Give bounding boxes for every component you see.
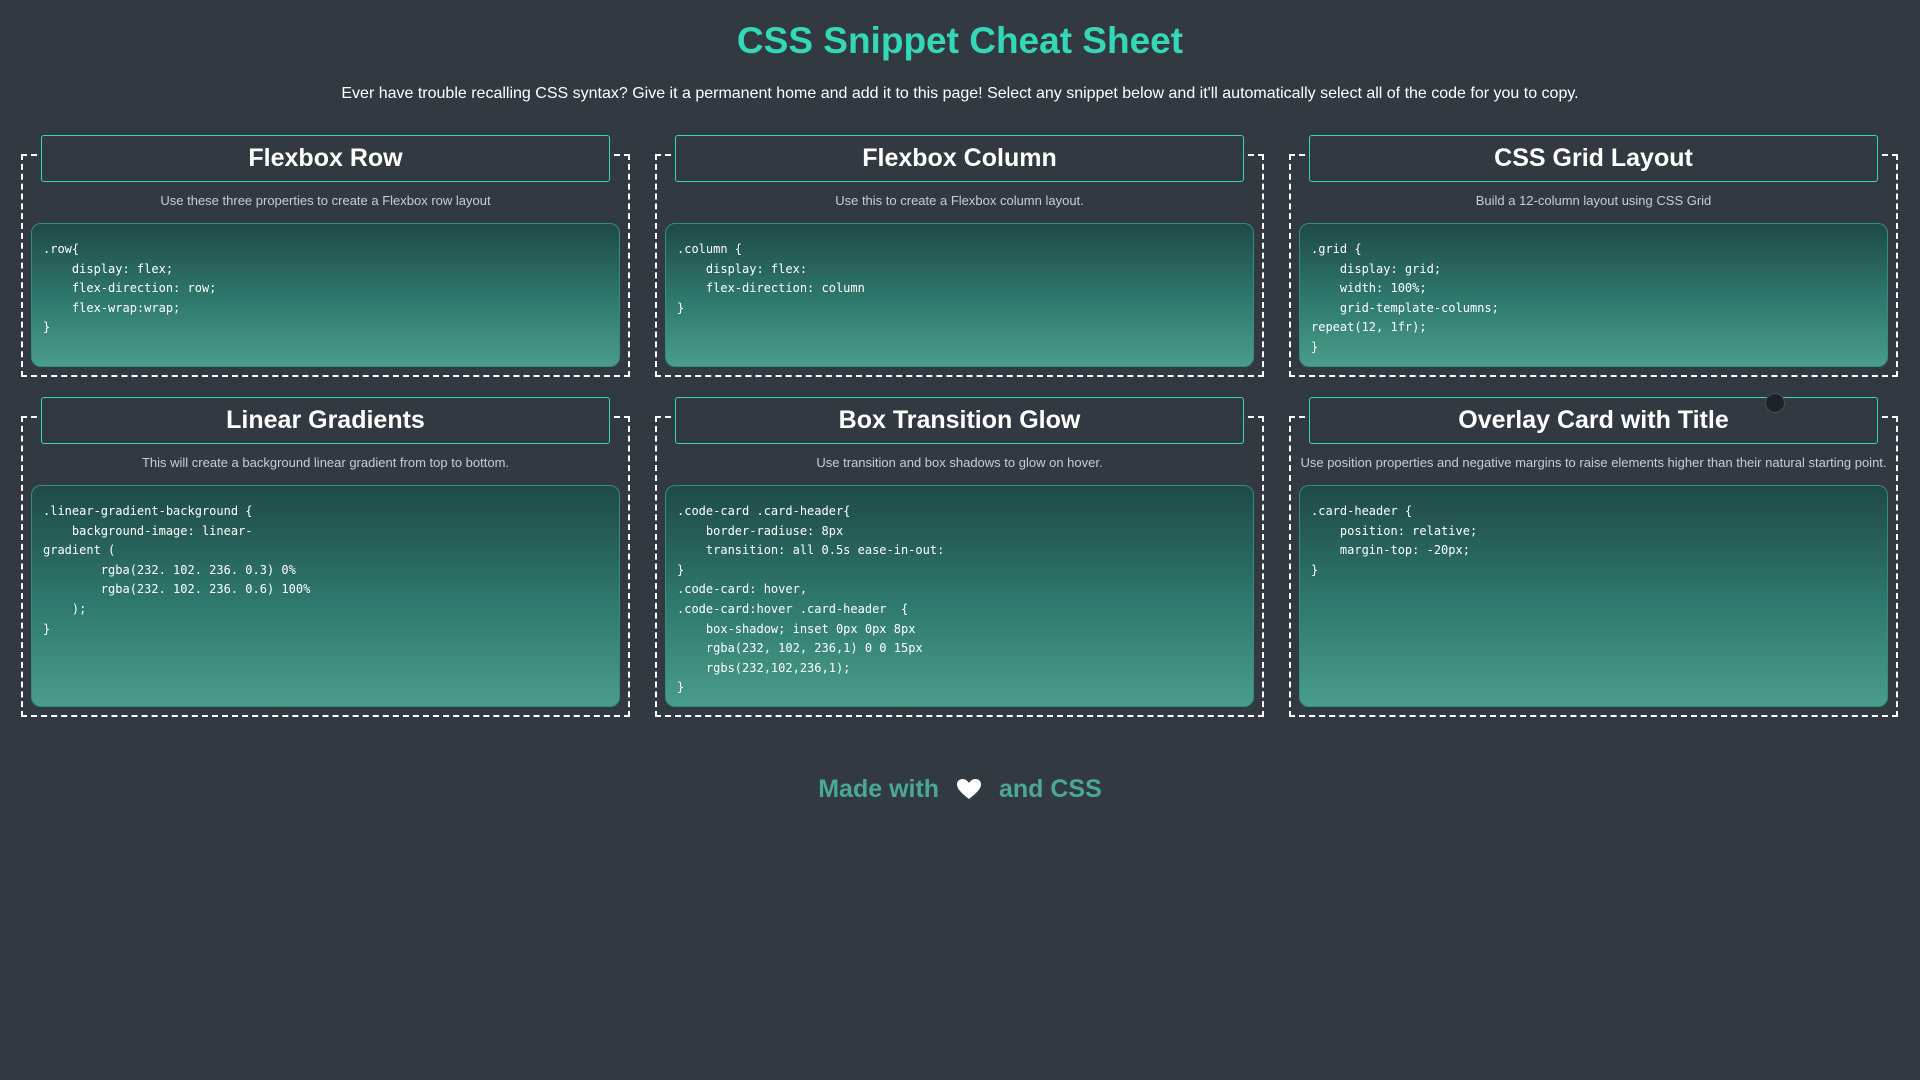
- page-title: CSS Snippet Cheat Sheet: [736, 20, 1184, 61]
- card-description: Use these three properties to create a F…: [160, 193, 491, 208]
- code-snippet[interactable]: .row{ display: flex; flex-direction: row…: [31, 223, 620, 367]
- card-header: Overlay Card with Title: [1309, 397, 1878, 444]
- code-snippet[interactable]: .card-header { position: relative; margi…: [1299, 485, 1888, 707]
- card-description: Use transition and box shadows to glow o…: [816, 455, 1103, 470]
- snippet-grid: Flexbox Row Use these three properties t…: [21, 135, 1899, 717]
- code-snippet[interactable]: .linear-gradient-background { background…: [31, 485, 620, 707]
- card-description: Use position properties and negative mar…: [1300, 455, 1887, 470]
- footer: Made with and CSS: [0, 775, 1920, 804]
- code-snippet[interactable]: .code-card .card-header{ border-radiuse:…: [665, 485, 1254, 707]
- mouse-cursor-indicator: [1765, 393, 1785, 413]
- snippet-card-overlay-card-with-title: Overlay Card with Title Use position pro…: [1289, 397, 1898, 717]
- card-description: This will create a background linear gra…: [141, 455, 510, 470]
- card-header: Box Transition Glow: [675, 397, 1244, 444]
- card-header: CSS Grid Layout: [1309, 135, 1878, 182]
- card-header: Linear Gradients: [41, 397, 610, 444]
- snippet-card-box-transition-glow: Box Transition Glow Use transition and b…: [655, 397, 1264, 717]
- card-header: Flexbox Column: [675, 135, 1244, 182]
- code-snippet[interactable]: .grid { display: grid; width: 100%; grid…: [1299, 223, 1888, 367]
- page-subtitle: Ever have trouble recalling CSS syntax? …: [341, 85, 1579, 102]
- snippet-card-flexbox-column: Flexbox Column Use this to create a Flex…: [655, 135, 1264, 377]
- snippet-card-css-grid-layout: CSS Grid Layout Build a 12-column layout…: [1289, 135, 1898, 377]
- snippet-card-linear-gradients: Linear Gradients This will create a back…: [21, 397, 630, 717]
- card-description: Build a 12-column layout using CSS Grid: [1475, 193, 1712, 208]
- card-description: Use this to create a Flexbox column layo…: [835, 193, 1084, 208]
- snippet-card-flexbox-row: Flexbox Row Use these three properties t…: [21, 135, 630, 377]
- heart-icon: [956, 776, 982, 804]
- card-header: Flexbox Row: [41, 135, 610, 182]
- footer-suffix: and CSS: [998, 775, 1102, 803]
- footer-prefix: Made with: [818, 775, 940, 803]
- page: CSS Snippet Cheat Sheet Ever have troubl…: [0, 0, 1920, 1080]
- code-snippet[interactable]: .column { display: flex: flex-direction:…: [665, 223, 1254, 367]
